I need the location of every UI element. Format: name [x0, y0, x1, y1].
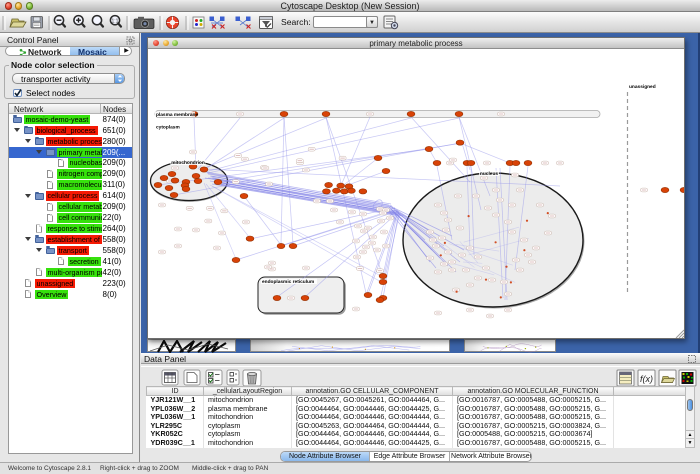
svg-text:mitochondrion: mitochondrion	[171, 160, 205, 166]
svg-text:plasma membrane: plasma membrane	[156, 112, 198, 118]
svg-text:unassigned: unassigned	[629, 84, 656, 90]
svg-text:endoplasmic reticulum: endoplasmic reticulum	[262, 279, 314, 285]
svg-text:f(x): f(x)	[640, 374, 653, 384]
svg-text:cytoplasm: cytoplasm	[156, 125, 180, 131]
svg-text:nucleus: nucleus	[480, 171, 498, 177]
